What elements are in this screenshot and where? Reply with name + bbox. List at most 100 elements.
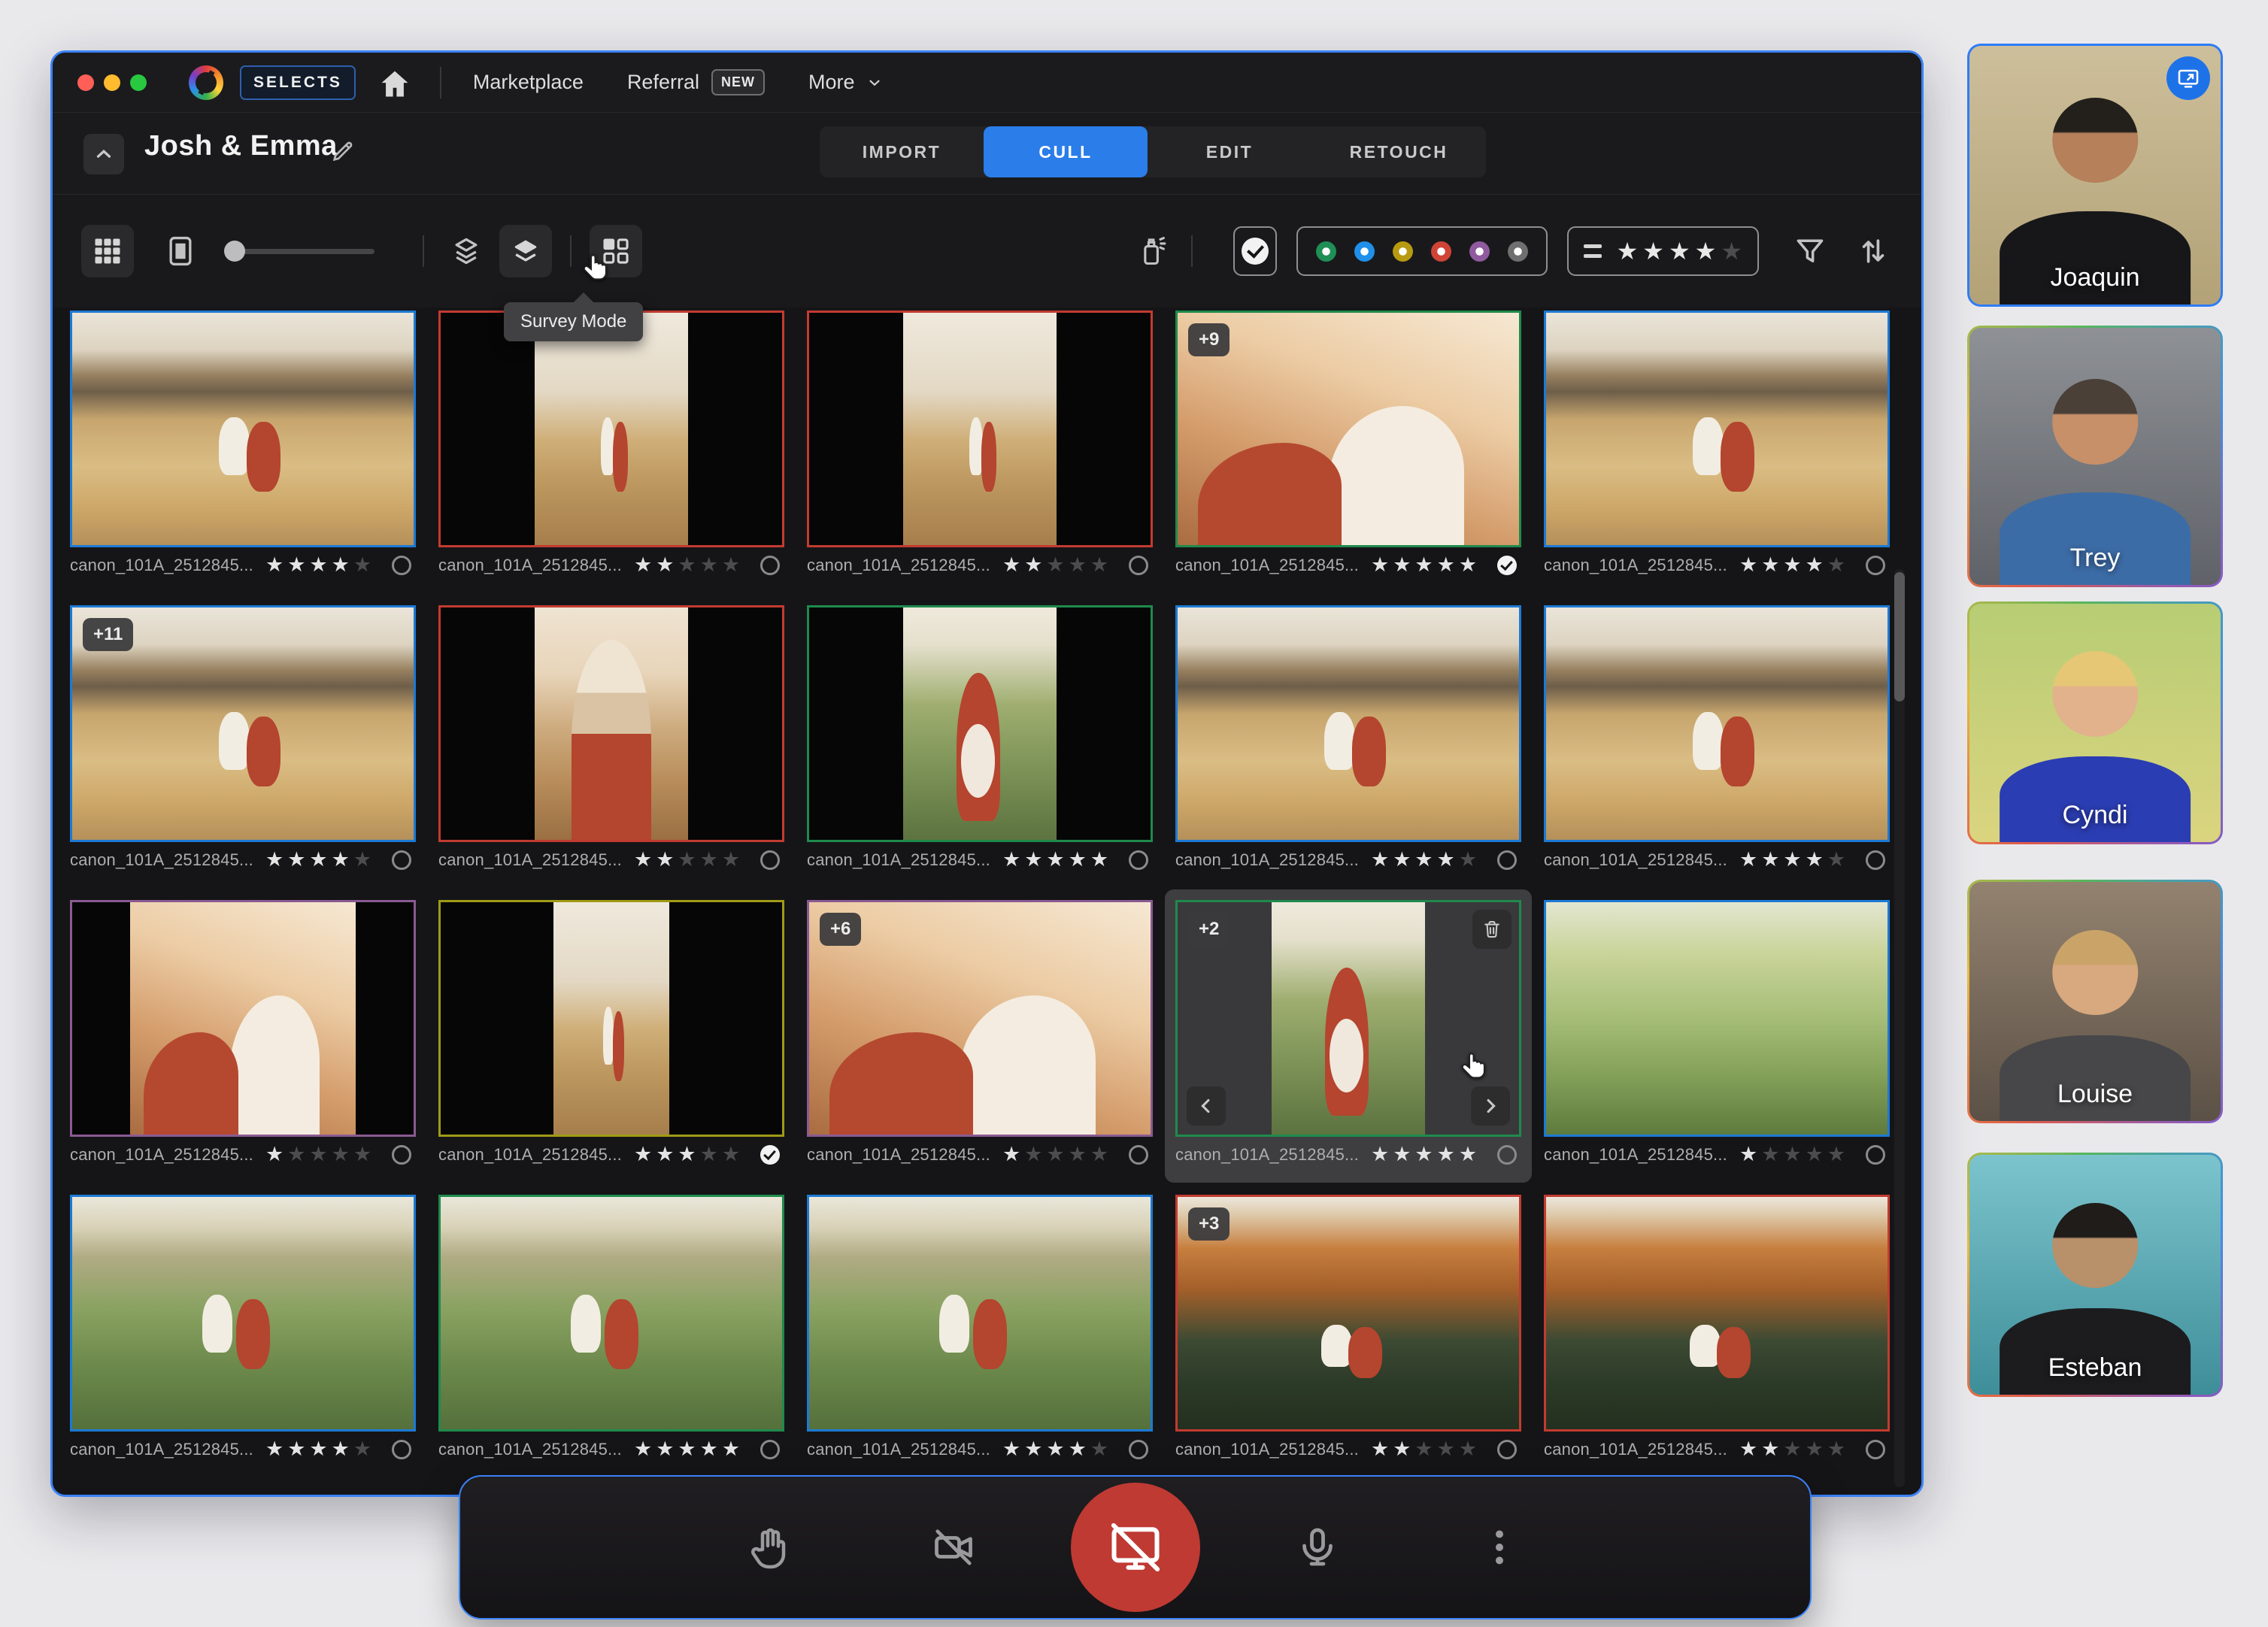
color-label-dot-5[interactable] <box>1508 241 1528 262</box>
star-icon[interactable]: ★ <box>309 1144 327 1165</box>
star-icon[interactable]: ★ <box>1783 850 1801 870</box>
star-icon[interactable]: ★ <box>265 1439 284 1459</box>
star-icon[interactable]: ★ <box>1069 1144 1087 1165</box>
photo-select-circle[interactable] <box>760 1145 780 1165</box>
star-icon[interactable]: ★ <box>1393 1144 1411 1165</box>
photo-tile-19[interactable]: +3 canon_101A_2512845... ★★★★★ <box>1175 1195 1521 1467</box>
control-microphone[interactable] <box>1281 1511 1354 1583</box>
star-icon[interactable]: ★ <box>287 1439 305 1459</box>
photo-tile-9[interactable]: canon_101A_2512845... ★★★★★ <box>1175 605 1521 877</box>
star-icon[interactable]: ★ <box>1069 1439 1087 1459</box>
star-icon[interactable]: ★ <box>634 1439 652 1459</box>
selected-filter-toggle[interactable] <box>1233 226 1277 276</box>
slider-thumb[interactable] <box>224 241 245 262</box>
photo-select-circle[interactable] <box>1129 556 1148 575</box>
photo-tile-13[interactable]: +6 canon_101A_2512845... ★★★★★ <box>807 900 1153 1172</box>
filter-star-icon[interactable]: ★ <box>1642 239 1664 263</box>
photo-select-circle[interactable] <box>760 556 780 575</box>
filter-star-icon[interactable]: ★ <box>1617 239 1639 263</box>
star-icon[interactable]: ★ <box>1437 1439 1455 1459</box>
star-icon[interactable]: ★ <box>309 850 327 870</box>
star-icon[interactable]: ★ <box>332 850 350 870</box>
next-photo-button[interactable] <box>1471 1086 1510 1126</box>
participant-tile-cyndi[interactable]: Cyndi <box>1967 601 2223 844</box>
thumbnail-zoom-slider[interactable] <box>224 225 374 277</box>
star-icon[interactable]: ★ <box>1069 555 1087 575</box>
star-icon[interactable]: ★ <box>722 1144 740 1165</box>
photo-select-circle[interactable] <box>1866 1440 1885 1459</box>
star-icon[interactable]: ★ <box>678 1144 696 1165</box>
star-icon[interactable]: ★ <box>1414 1439 1433 1459</box>
filter-button[interactable] <box>1789 230 1831 272</box>
photo-star-rating[interactable]: ★★★★★ <box>634 555 744 575</box>
tab-import[interactable]: IMPORT <box>820 126 984 177</box>
star-icon[interactable]: ★ <box>1827 850 1845 870</box>
color-label-dot-3[interactable] <box>1431 241 1451 262</box>
star-icon[interactable]: ★ <box>332 555 350 575</box>
tab-edit[interactable]: EDIT <box>1148 126 1311 177</box>
nav-item-more[interactable]: More <box>808 71 884 94</box>
photo-star-rating[interactable]: ★★★★★ <box>1002 850 1112 870</box>
star-icon[interactable]: ★ <box>287 555 305 575</box>
star-icon[interactable]: ★ <box>1069 850 1087 870</box>
star-icon[interactable]: ★ <box>309 555 327 575</box>
star-icon[interactable]: ★ <box>1046 1439 1064 1459</box>
star-icon[interactable]: ★ <box>1761 850 1779 870</box>
photo-tile-15[interactable]: canon_101A_2512845... ★★★★★ <box>1544 900 1890 1172</box>
photo-tile-12[interactable]: canon_101A_2512845... ★★★★★ <box>438 900 784 1172</box>
photo-select-circle[interactable] <box>1497 1440 1517 1459</box>
photo-star-rating[interactable]: ★★★★★ <box>1371 1439 1481 1459</box>
close-window-button[interactable] <box>77 74 94 91</box>
star-icon[interactable]: ★ <box>1739 555 1757 575</box>
star-icon[interactable]: ★ <box>1806 1439 1824 1459</box>
star-icon[interactable]: ★ <box>287 850 305 870</box>
star-icon[interactable]: ★ <box>722 850 740 870</box>
star-icon[interactable]: ★ <box>1371 1439 1389 1459</box>
star-rating-filter[interactable]: ★★★★★ <box>1567 226 1759 276</box>
star-icon[interactable]: ★ <box>265 1144 284 1165</box>
star-icon[interactable]: ★ <box>1761 1439 1779 1459</box>
star-icon[interactable]: ★ <box>1002 1144 1020 1165</box>
photo-tile-6[interactable]: +11 canon_101A_2512845... ★★★★★ <box>70 605 416 877</box>
photo-select-circle[interactable] <box>1497 1145 1517 1165</box>
star-icon[interactable]: ★ <box>1046 850 1064 870</box>
photo-tile-17[interactable]: canon_101A_2512845... ★★★★★ <box>438 1195 784 1467</box>
star-icon[interactable]: ★ <box>722 555 740 575</box>
star-icon[interactable]: ★ <box>265 850 284 870</box>
star-icon[interactable]: ★ <box>1090 555 1108 575</box>
photo-star-rating[interactable]: ★★★★★ <box>1371 555 1481 575</box>
star-icon[interactable]: ★ <box>1024 1144 1042 1165</box>
photo-tile-7[interactable]: canon_101A_2512845... ★★★★★ <box>438 605 784 877</box>
star-icon[interactable]: ★ <box>700 850 718 870</box>
star-icon[interactable]: ★ <box>1806 850 1824 870</box>
star-icon[interactable]: ★ <box>656 850 674 870</box>
star-icon[interactable]: ★ <box>1393 1439 1411 1459</box>
star-icon[interactable]: ★ <box>1459 555 1477 575</box>
participant-tile-esteban[interactable]: Esteban <box>1967 1153 2223 1397</box>
photo-star-rating[interactable]: ★★★★★ <box>634 1144 744 1165</box>
star-icon[interactable]: ★ <box>1437 1144 1455 1165</box>
star-icon[interactable]: ★ <box>634 555 652 575</box>
photo-star-rating[interactable]: ★★★★★ <box>1371 850 1481 870</box>
photo-tile-1[interactable]: canon_101A_2512845... ★★★★★ <box>70 311 416 583</box>
tab-cull[interactable]: CULL <box>984 126 1148 177</box>
star-icon[interactable]: ★ <box>1783 1144 1801 1165</box>
filter-star-icon[interactable]: ★ <box>1721 239 1742 263</box>
star-icon[interactable]: ★ <box>1002 850 1020 870</box>
star-icon[interactable]: ★ <box>353 850 371 870</box>
star-icon[interactable]: ★ <box>1046 1144 1064 1165</box>
star-icon[interactable]: ★ <box>678 850 696 870</box>
photo-select-circle[interactable] <box>1129 1145 1148 1165</box>
tab-retouch[interactable]: RETOUCH <box>1311 126 1486 177</box>
star-icon[interactable]: ★ <box>1414 1144 1433 1165</box>
control-camera-off[interactable] <box>917 1511 990 1583</box>
star-icon[interactable]: ★ <box>1459 850 1477 870</box>
star-icon[interactable]: ★ <box>1024 1439 1042 1459</box>
star-icon[interactable]: ★ <box>353 1439 371 1459</box>
edit-project-name-icon[interactable] <box>329 138 356 165</box>
star-icon[interactable]: ★ <box>1371 1144 1389 1165</box>
star-icon[interactable]: ★ <box>1002 1439 1020 1459</box>
star-icon[interactable]: ★ <box>1827 1439 1845 1459</box>
star-icon[interactable]: ★ <box>353 1144 371 1165</box>
color-label-dot-0[interactable] <box>1316 241 1336 262</box>
